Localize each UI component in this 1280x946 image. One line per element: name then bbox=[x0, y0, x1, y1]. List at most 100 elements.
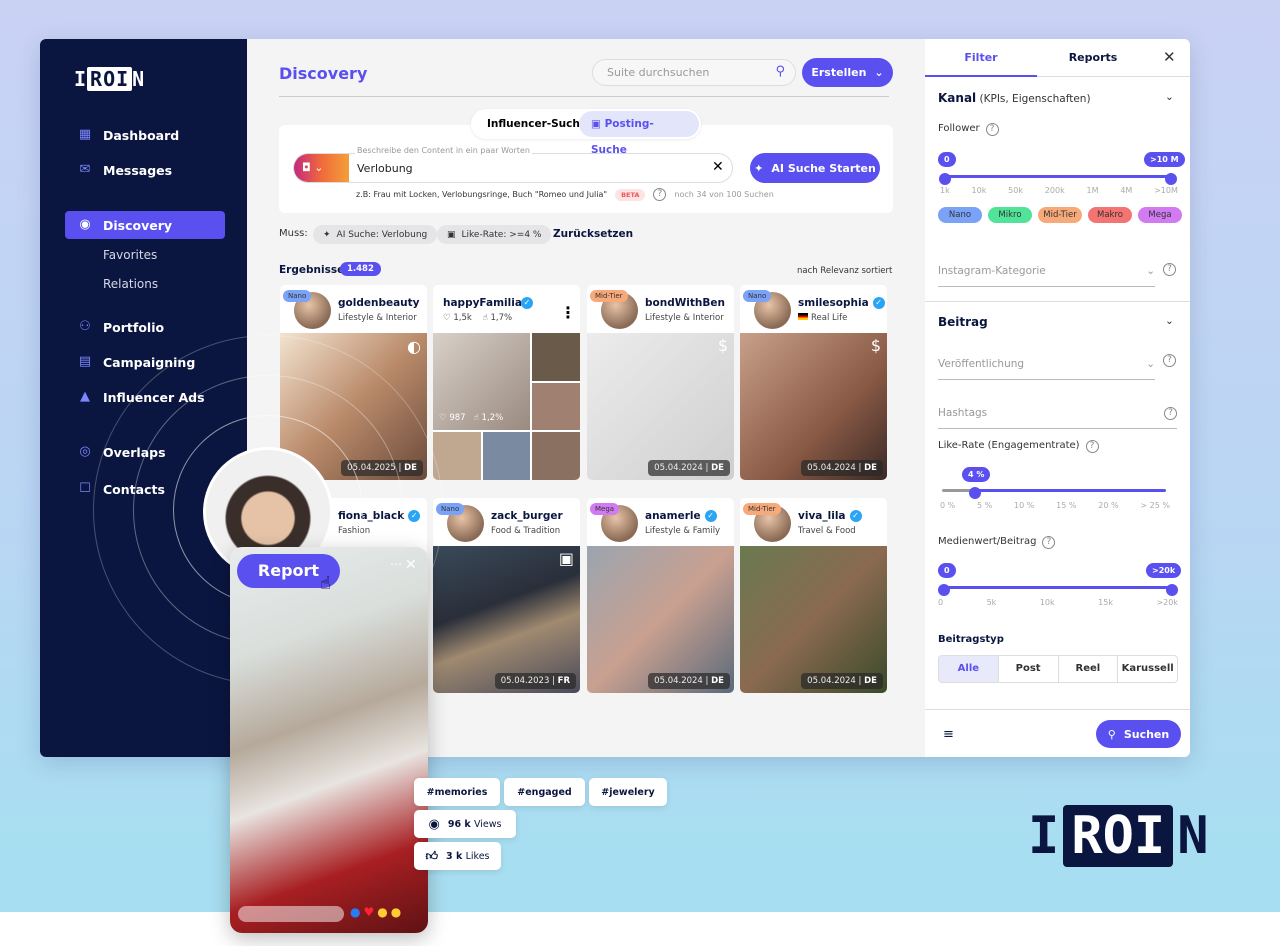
tab-reports[interactable]: Reports bbox=[1037, 51, 1149, 64]
slider-thumb[interactable] bbox=[1165, 173, 1177, 185]
help-icon[interactable]: ? bbox=[1163, 263, 1176, 276]
post-type-option[interactable]: Karussell bbox=[1117, 656, 1177, 682]
tick-label: 15 % bbox=[1056, 501, 1077, 510]
tick-label: 10k bbox=[1039, 598, 1055, 607]
influencer-card[interactable]: Mid-Tier bondWithBen Lifestyle & Interior $… bbox=[587, 285, 734, 480]
username[interactable]: happyFamilia bbox=[443, 297, 522, 309]
overlap-icon: ◎ bbox=[79, 444, 91, 459]
tier-pill-makro[interactable]: Makro bbox=[1088, 207, 1132, 223]
clear-icon[interactable]: ✕ bbox=[712, 159, 724, 175]
tab-posting-search[interactable]: ▣ Posting-Suche bbox=[579, 111, 699, 156]
background-strip bbox=[0, 912, 1280, 946]
help-icon[interactable]: ? bbox=[653, 188, 667, 201]
follower-label: Follower bbox=[938, 123, 980, 134]
more-icon[interactable]: ⋯ bbox=[390, 557, 402, 571]
influencer-card[interactable]: Mega anamerle ✓ Lifestyle & Family 05.04.202… bbox=[587, 498, 734, 693]
clear-filter-icon[interactable]: ≡ bbox=[943, 727, 954, 742]
sidebar-item-relations[interactable]: Relations bbox=[103, 277, 158, 291]
tier-badge: Mega bbox=[590, 503, 620, 515]
slider-thumb[interactable] bbox=[969, 487, 981, 499]
username[interactable]: viva_lila ✓ bbox=[798, 510, 862, 522]
influencer-card[interactable]: Nano smilesophia ✓ Real Life $05.04.2024 | D… bbox=[740, 285, 887, 480]
slider-thumb[interactable] bbox=[939, 173, 951, 185]
close-icon[interactable]: ✕ bbox=[405, 557, 417, 573]
ai-search-start-button[interactable]: ✦ AI Suche Starten bbox=[750, 153, 880, 183]
tier-pill-mid-tier[interactable]: Mid-Tier bbox=[1038, 207, 1082, 223]
create-button[interactable]: Erstellen ⌄ bbox=[802, 58, 893, 87]
eye-icon: ◉ bbox=[79, 217, 91, 232]
follower-max-bubble: >10 M bbox=[1144, 152, 1185, 167]
post-image[interactable]: ▣ 05.04.2023 | FR bbox=[433, 546, 580, 693]
post-type-option[interactable]: Reel bbox=[1057, 656, 1118, 682]
influencer-card[interactable]: happyFamilia ✓ ♡ 1,5k ☝ 1,7% ⋮ ♡ 987 ☝ 1,2% bbox=[433, 285, 580, 480]
instagram-selector[interactable]: ◘ ⌄ bbox=[294, 154, 349, 182]
slider-thumb[interactable] bbox=[938, 584, 950, 596]
sidebar-item-discovery[interactable]: ◉ Discovery bbox=[65, 211, 225, 239]
category: Food & Tradition bbox=[491, 526, 561, 536]
tier-pill-mega[interactable]: Mega bbox=[1138, 207, 1182, 223]
tier-pill-nano[interactable]: Nano bbox=[938, 207, 982, 223]
help-icon[interactable]: ? bbox=[1085, 440, 1099, 453]
more-menu-icon[interactable]: ⋮ bbox=[560, 303, 576, 322]
tab-filter[interactable]: Filter bbox=[925, 51, 1037, 64]
sidebar-item-portfolio[interactable]: ⚇ Portfolio bbox=[65, 313, 225, 341]
post-type-option[interactable]: Alle bbox=[939, 656, 998, 682]
help-icon[interactable]: ? bbox=[1042, 536, 1056, 549]
follower-min-bubble: 0 bbox=[938, 152, 956, 167]
sidebar-item-messages[interactable]: ✉ Messages bbox=[65, 156, 225, 184]
instagram-category-dropdown[interactable]: Instagram-Kategorie ⌄ bbox=[938, 265, 1155, 287]
hashtag-chip[interactable]: #jewelery bbox=[589, 778, 667, 806]
slider-thumb[interactable] bbox=[1166, 584, 1178, 596]
comment-input[interactable] bbox=[238, 906, 344, 922]
close-icon[interactable]: ✕ bbox=[1163, 48, 1176, 66]
hashtag-chip[interactable]: #memories bbox=[414, 778, 500, 806]
hashtag-chip[interactable]: #engaged bbox=[504, 778, 585, 806]
tier-pill-mikro[interactable]: Mikro bbox=[988, 207, 1032, 223]
publication-dropdown[interactable]: Veröffentlichung ⌄ bbox=[938, 358, 1155, 380]
file-icon: ▤ bbox=[78, 354, 92, 369]
username[interactable]: goldenbeauty bbox=[338, 297, 420, 309]
tick-label: > 25 % bbox=[1140, 501, 1170, 510]
beta-badge: BETA bbox=[615, 188, 646, 201]
search-icon: ⚲ bbox=[775, 64, 785, 79]
username[interactable]: bondWithBen bbox=[645, 297, 725, 309]
sidebar-item-favorites[interactable]: Favorites bbox=[103, 248, 157, 262]
verified-icon: ✓ bbox=[849, 510, 862, 522]
reactions[interactable]: ● ♥ ● ● bbox=[350, 905, 401, 919]
ai-search-input[interactable]: ◘ ⌄ Verlobung ✕ bbox=[293, 153, 733, 183]
filter-chip-ai[interactable]: ✦ AI Suche: Verlobung bbox=[313, 225, 438, 244]
verified-icon: ✓ bbox=[521, 297, 533, 309]
reset-link[interactable]: Zurücksetzen bbox=[553, 228, 633, 240]
chevron-down-icon[interactable]: ⌄ bbox=[1165, 315, 1174, 327]
post-image[interactable]: $05.04.2024 | DE bbox=[587, 333, 734, 480]
search-button[interactable]: ⚲ Suchen bbox=[1096, 720, 1181, 748]
sidebar-item-dashboard[interactable]: ▦ Dashboard bbox=[65, 121, 225, 149]
category: Lifestyle & Interior bbox=[645, 313, 724, 323]
help-icon[interactable]: ? bbox=[985, 123, 999, 136]
post-image[interactable]: $05.04.2024 | DE bbox=[740, 333, 887, 480]
sort-label[interactable]: nach Relevanz sortiert bbox=[797, 266, 892, 276]
help-icon[interactable]: ? bbox=[1164, 407, 1177, 420]
chevron-down-icon[interactable]: ⌄ bbox=[1165, 91, 1174, 103]
follower-slider[interactable] bbox=[939, 173, 1177, 185]
category: Travel & Food bbox=[798, 526, 856, 536]
influencer-card[interactable]: Nano zack_burger Food & Tradition ▣ 05.04.20… bbox=[433, 498, 580, 693]
help-icon[interactable]: ? bbox=[1163, 354, 1176, 367]
mail-icon: ✉ bbox=[79, 162, 91, 177]
section-kanal[interactable]: Kanal (KPIs, Eigenschaften) bbox=[938, 91, 1091, 105]
username[interactable]: smilesophia ✓ bbox=[798, 297, 885, 309]
media-value-slider[interactable] bbox=[938, 584, 1178, 596]
username[interactable]: anamerle ✓ bbox=[645, 510, 717, 522]
filter-chip-like-rate[interactable]: ▣ Like-Rate: >=4 % bbox=[437, 225, 552, 244]
influencer-card[interactable]: Mid-Tier viva_lila ✓ Travel & Food 05.04.202… bbox=[740, 498, 887, 693]
contact-icon: ☐ bbox=[79, 481, 91, 496]
post-image[interactable]: 05.04.2024 | DE bbox=[740, 546, 887, 693]
username[interactable]: zack_burger bbox=[491, 510, 563, 522]
like-rate-slider[interactable] bbox=[942, 487, 1166, 499]
search-input[interactable]: Suite durchsuchen ⚲ bbox=[592, 59, 796, 86]
hashtags-input[interactable]: Hashtags? bbox=[938, 407, 1177, 429]
post-type-option[interactable]: Post bbox=[997, 656, 1058, 682]
must-label: Muss: bbox=[279, 228, 308, 239]
section-beitrag[interactable]: Beitrag bbox=[938, 315, 988, 329]
post-image[interactable]: 05.04.2024 | DE bbox=[587, 546, 734, 693]
